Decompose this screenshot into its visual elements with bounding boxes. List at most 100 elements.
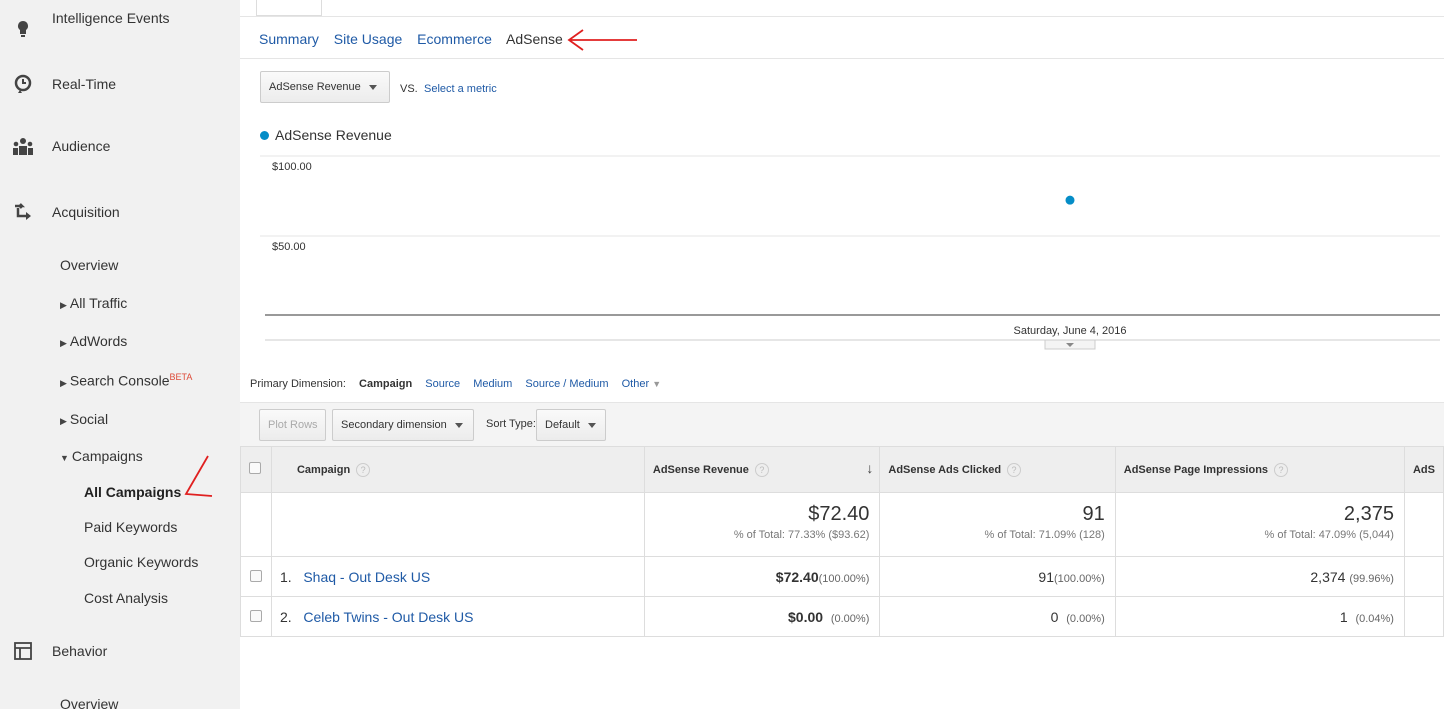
clock-icon xyxy=(14,74,32,93)
cell-value: 0 xyxy=(1050,608,1059,625)
campaign-link[interactable]: Celeb Twins - Out Desk US xyxy=(303,609,473,625)
sidebar-item-label: Overview xyxy=(60,257,119,273)
header-next-column[interactable]: AdS xyxy=(1403,446,1444,493)
sidebar-item-label: Search Console xyxy=(69,372,170,389)
tab-site-usage[interactable]: Site Usage xyxy=(334,31,402,47)
totals-revenue: $72.40 % of Total: 77.33% ($93.62) xyxy=(643,492,881,557)
report-tab[interactable] xyxy=(256,0,322,16)
clicked-cell: 91(100.00%) xyxy=(879,556,1116,597)
header-label: AdSense Page Impressions xyxy=(1123,463,1269,476)
totals-cell xyxy=(270,492,645,557)
cell-percent: (100.00%) xyxy=(818,572,870,585)
sidebar-item-cost-analysis[interactable]: Cost Analysis xyxy=(84,590,168,606)
tab-ecommerce[interactable]: Ecommerce xyxy=(417,31,492,47)
header-adsense-revenue[interactable]: AdSense Revenue? ↓ xyxy=(643,446,881,493)
vs-label: VS. xyxy=(400,83,418,95)
total-value: $72.40 xyxy=(808,503,870,525)
acquisition-icon xyxy=(15,203,31,220)
sidebar-item-organic-keywords[interactable]: Organic Keywords xyxy=(84,554,198,570)
line-chart[interactable]: $100.00 $50.00 Saturday, June 4, 2016 xyxy=(260,150,1440,350)
help-icon[interactable]: ? xyxy=(1007,462,1022,477)
clicked-cell: 0 (0.00%) xyxy=(879,596,1116,637)
legend-dot xyxy=(260,131,269,140)
sidebar-item-paid-keywords[interactable]: Paid Keywords xyxy=(84,519,177,535)
sort-type-value: Default xyxy=(545,419,580,431)
totals-clicked: 91 % of Total: 71.09% (128) xyxy=(879,492,1116,557)
select-all-checkbox[interactable] xyxy=(249,462,261,474)
sidebar-item-all-traffic[interactable]: ▶ All Traffic xyxy=(60,295,127,311)
sidebar-item-campaigns[interactable]: ▼ Campaigns xyxy=(60,448,143,464)
dimension-other[interactable]: Other ▼ xyxy=(622,378,662,390)
caret-right-icon: ▶ xyxy=(60,377,67,388)
secondary-dimension-label: Secondary dimension xyxy=(341,419,447,431)
metric-select-value: AdSense Revenue xyxy=(269,81,361,93)
tab-summary[interactable]: Summary xyxy=(259,31,319,47)
x-date-label: Saturday, June 4, 2016 xyxy=(1014,325,1127,337)
sidebar-item-social[interactable]: ▶ Social xyxy=(60,411,108,427)
chart-legend: AdSense Revenue xyxy=(260,127,392,143)
help-icon[interactable]: ? xyxy=(1274,462,1289,477)
help-icon[interactable]: ? xyxy=(754,462,769,477)
secondary-dimension-select[interactable]: Secondary dimension xyxy=(332,409,474,441)
dimension-source[interactable]: Source xyxy=(425,378,460,390)
campaign-cell: 2. Celeb Twins - Out Desk US xyxy=(270,596,645,637)
chevron-down-icon xyxy=(368,84,377,90)
sort-type-select[interactable]: Default xyxy=(536,409,606,441)
cell-percent: (0.04%) xyxy=(1355,612,1394,625)
next-cell xyxy=(1403,556,1444,597)
sidebar-item-label: Behavior xyxy=(52,643,108,659)
total-value: 2,375 xyxy=(1343,503,1394,525)
row-select-cell xyxy=(240,556,272,597)
cell-value: 91 xyxy=(1038,568,1054,585)
row-checkbox[interactable] xyxy=(249,609,262,622)
chevron-down-icon xyxy=(454,422,463,428)
dimension-medium[interactable]: Medium xyxy=(473,378,512,390)
sort-desc-icon[interactable]: ↓ xyxy=(866,460,873,476)
cell-value: 1 xyxy=(1339,608,1348,625)
metric-select[interactable]: AdSense Revenue xyxy=(260,71,390,103)
header-label: AdSense Ads Clicked xyxy=(888,463,1002,476)
header-adsense-page-impressions[interactable]: AdSense Page Impressions? xyxy=(1114,446,1405,493)
total-percent: % of Total: 71.09% (128) xyxy=(984,529,1105,541)
header-label: AdS xyxy=(1412,463,1435,476)
sidebar-item-label: Acquisition xyxy=(52,204,120,220)
chevron-down-icon: ▼ xyxy=(652,379,662,389)
row-checkbox[interactable] xyxy=(249,569,262,582)
data-point xyxy=(1065,195,1075,205)
impressions-cell: 1 (0.04%) xyxy=(1114,596,1405,637)
totals-cell xyxy=(1403,492,1444,557)
y-tick-label: $100.00 xyxy=(272,161,312,173)
revenue-cell: $0.00 (0.00%) xyxy=(643,596,881,637)
header-adsense-ads-clicked[interactable]: AdSense Ads Clicked? xyxy=(879,446,1116,493)
caret-right-icon: ▶ xyxy=(60,416,67,426)
lightbulb-icon xyxy=(18,21,29,37)
plot-rows-button[interactable]: Plot Rows xyxy=(259,409,326,441)
totals-row: $72.40 % of Total: 77.33% ($93.62) 91 % of… xyxy=(240,492,1444,557)
cell-value: $72.40 xyxy=(775,568,819,585)
impressions-cell: 2,374 (99.96%) xyxy=(1114,556,1405,597)
sidebar: Intelligence Events Real-Time Audience A… xyxy=(0,0,240,712)
sidebar-item-behavior-overview[interactable]: Overview xyxy=(60,696,118,712)
cell-percent: (0.00%) xyxy=(830,612,870,625)
campaign-link[interactable]: Shaq - Out Desk US xyxy=(303,569,430,585)
sidebar-item-label: All Traffic xyxy=(69,295,128,311)
table-header-row: Campaign? AdSense Revenue? ↓ AdSense Ads … xyxy=(240,446,1444,493)
help-icon[interactable]: ? xyxy=(356,462,371,477)
sidebar-item-adwords[interactable]: ▶ AdWords xyxy=(60,333,127,349)
total-value: 91 xyxy=(1082,503,1105,525)
cell-value: $0.00 xyxy=(788,608,824,625)
sidebar-item-overview[interactable]: Overview xyxy=(60,257,118,273)
row-select-cell xyxy=(240,596,272,637)
select-metric-link[interactable]: Select a metric xyxy=(424,83,497,95)
dimension-source-medium[interactable]: Source / Medium xyxy=(525,378,608,390)
tab-adsense[interactable]: AdSense xyxy=(506,31,563,47)
main-panel: Summary Site Usage Ecommerce AdSense AdS… xyxy=(240,0,1444,709)
sidebar-item-search-console[interactable]: ▶ Search ConsoleBETA xyxy=(60,372,192,389)
header-campaign[interactable]: Campaign? xyxy=(270,446,645,493)
explorer-tabs: Summary Site Usage Ecommerce AdSense xyxy=(259,31,574,47)
dimension-campaign[interactable]: Campaign xyxy=(359,378,412,390)
sidebar-item-label: Campaigns xyxy=(71,448,143,464)
totals-cell xyxy=(240,492,272,557)
sidebar-item-all-campaigns[interactable]: All Campaigns xyxy=(84,484,181,500)
table-row: 2. Celeb Twins - Out Desk US $0.00 (0.00… xyxy=(240,596,1444,637)
